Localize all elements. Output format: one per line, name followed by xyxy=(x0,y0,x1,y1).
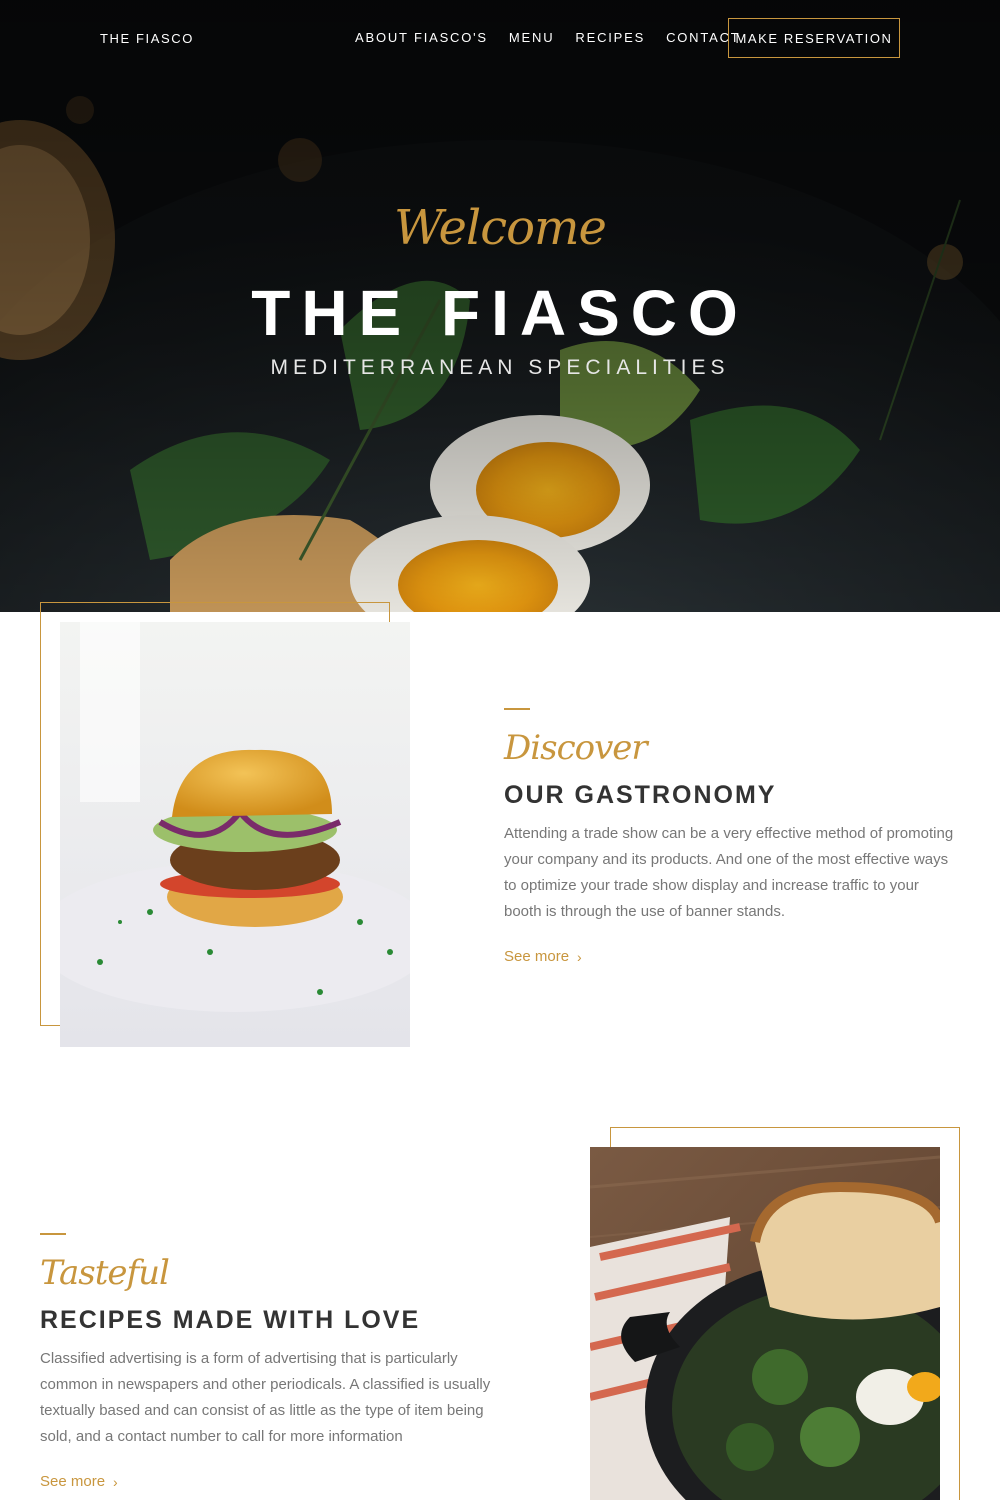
chevron-right-icon: › xyxy=(113,1473,118,1490)
nav-link-menu[interactable]: MENU xyxy=(509,30,554,45)
top-navigation: THE FIASCO ABOUT FIASCO'S MENU RECIPES C… xyxy=(0,0,1000,76)
gastronomy-description: Attending a trade show can be a very eff… xyxy=(504,825,954,920)
burger-image xyxy=(60,622,410,1047)
recipes-description: Classified advertising is a form of adve… xyxy=(40,1350,491,1445)
nav-link-recipes[interactable]: RECIPES xyxy=(575,30,645,45)
brand-logo[interactable]: THE FIASCO xyxy=(100,31,194,46)
hero-title: THE FIASCO xyxy=(251,277,749,349)
recipes-title: RECIPES MADE WITH LOVE xyxy=(40,1306,421,1334)
gastronomy-accent-line xyxy=(504,708,530,710)
hero-subtitle: MEDITERRANEAN SPECIALITIES xyxy=(270,356,730,379)
recipes-see-more-link[interactable]: See more › xyxy=(40,1473,118,1490)
gastronomy-title: OUR GASTRONOMY xyxy=(504,781,777,809)
gastronomy-script-heading: Discover xyxy=(504,728,648,768)
hero-section: THE FIASCO ABOUT FIASCO'S MENU RECIPES C… xyxy=(0,0,1000,612)
skillet-image xyxy=(590,1147,940,1500)
nav-links: ABOUT FIASCO'S MENU RECIPES CONTACT xyxy=(355,30,762,45)
hero-welcome-script: Welcome xyxy=(394,200,607,256)
recipes-script-heading: Tasteful xyxy=(40,1253,170,1293)
recipes-accent-line xyxy=(40,1233,66,1235)
gastronomy-see-more-link[interactable]: See more › xyxy=(504,948,582,965)
nav-link-about[interactable]: ABOUT FIASCO'S xyxy=(355,30,488,45)
see-more-label: See more xyxy=(504,948,570,965)
chevron-right-icon: › xyxy=(577,948,582,965)
make-reservation-button[interactable]: MAKE RESERVATION xyxy=(728,18,900,58)
see-more-label: See more xyxy=(40,1473,106,1490)
